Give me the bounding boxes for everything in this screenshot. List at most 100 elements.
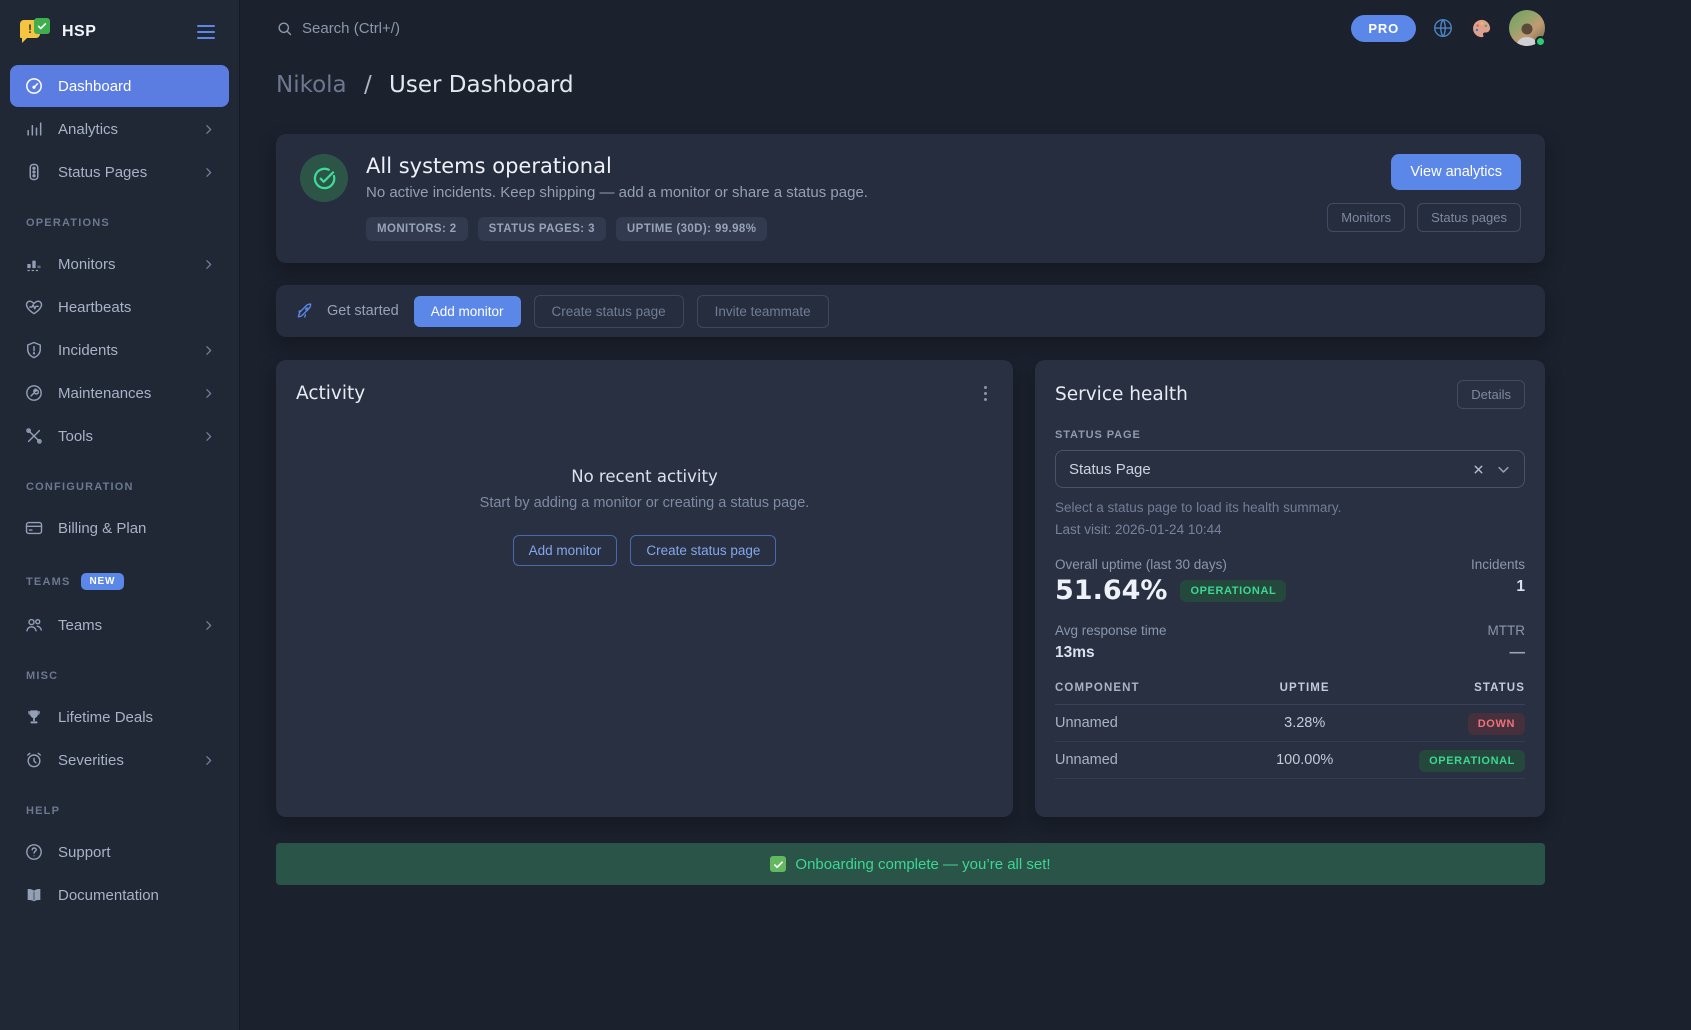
sidebar-section-teams: TEAMS NEW (26, 573, 213, 590)
palette-icon[interactable] (1470, 17, 1493, 40)
credit-card-icon (24, 518, 44, 538)
sidebar-item-label: Lifetime Deals (58, 709, 153, 726)
operational-status-badge: OPERATIONAL (1180, 580, 1286, 602)
gauge-icon (24, 76, 44, 96)
sidebar-item-billing[interactable]: Billing & Plan (10, 507, 229, 549)
chevron-right-icon (202, 123, 215, 136)
empty-create-status-page-button[interactable]: Create status page (630, 535, 776, 566)
pro-badge[interactable]: PRO (1351, 15, 1416, 42)
empty-state-title: No recent activity (296, 467, 993, 486)
sidebar-item-dashboard[interactable]: Dashboard (10, 65, 229, 107)
mttr-label: MTTR (1488, 623, 1526, 638)
incidents-stat-label: Incidents (1471, 557, 1525, 572)
chevron-right-icon (202, 166, 215, 179)
last-visit-text: Last visit: 2026-01-24 10:44 (1055, 522, 1525, 537)
sidebar-item-status-pages[interactable]: Status Pages (10, 151, 229, 193)
components-table: COMPONENT UPTIME STATUS Unnamed 3.28% DO… (1055, 682, 1525, 779)
status-subtitle: No active incidents. Keep shipping — add… (366, 184, 868, 201)
check-circle-icon (300, 154, 348, 202)
service-health-card: Service health Details STATUS PAGE Statu… (1035, 360, 1545, 817)
chevron-down-icon[interactable] (1496, 462, 1511, 477)
sidebar-item-label: Documentation (58, 887, 159, 904)
chevron-right-icon (202, 754, 215, 767)
wrench-circle-icon (24, 383, 44, 403)
rocket-icon (296, 302, 314, 320)
globe-icon[interactable] (1432, 17, 1454, 39)
traffic-light-icon (24, 162, 44, 182)
sidebar-section-configuration: CONFIGURATION (26, 481, 213, 493)
uptime-stat-label: Overall uptime (last 30 days) (1055, 557, 1286, 572)
user-avatar[interactable] (1509, 10, 1545, 46)
sidebar-item-label: Dashboard (58, 78, 131, 95)
sidebar-item-severities[interactable]: Severities (10, 739, 229, 781)
down-status-badge: DOWN (1468, 713, 1525, 735)
invite-teammate-button[interactable]: Invite teammate (697, 295, 829, 328)
sidebar-item-label: Monitors (58, 256, 116, 273)
chevron-right-icon (202, 258, 215, 271)
monitors-count-badge: MONITORS: 2 (366, 217, 468, 241)
details-button[interactable]: Details (1457, 380, 1525, 409)
main-content: PRO Nikola / User Dashboard All systems … (240, 0, 1691, 1030)
sidebar-item-documentation[interactable]: Documentation (10, 874, 229, 916)
component-name: Unnamed (1055, 752, 1231, 768)
search-input[interactable] (302, 20, 562, 37)
chevron-right-icon (202, 387, 215, 400)
status-page-select[interactable]: Status Page (1055, 450, 1525, 488)
chevron-right-icon (202, 619, 215, 632)
sidebar-item-maintenances[interactable]: Maintenances (10, 372, 229, 414)
create-status-page-button[interactable]: Create status page (534, 295, 684, 328)
chevron-right-icon (202, 344, 215, 357)
search-box[interactable] (276, 20, 562, 37)
breadcrumb-separator: / (364, 72, 372, 98)
empty-add-monitor-button[interactable]: Add monitor (513, 535, 618, 566)
sidebar-item-tools[interactable]: Tools (10, 415, 229, 457)
shield-alert-icon (24, 340, 44, 360)
sidebar-section-operations: OPERATIONS (26, 217, 213, 229)
sidebar-item-label: Status Pages (58, 164, 147, 181)
check-square-icon (770, 856, 786, 872)
users-icon (24, 615, 44, 635)
sidebar-item-incidents[interactable]: Incidents (10, 329, 229, 371)
status-page-field-label: STATUS PAGE (1055, 429, 1525, 441)
sidebar-item-analytics[interactable]: Analytics (10, 108, 229, 150)
component-uptime: 100.00% (1231, 752, 1378, 768)
status-pages-button[interactable]: Status pages (1417, 203, 1521, 232)
brand-name: HSP (62, 23, 96, 41)
page-title: User Dashboard (389, 72, 574, 98)
question-badge-icon (24, 842, 44, 862)
hamburger-icon[interactable] (193, 21, 219, 43)
sidebar-item-label: Maintenances (58, 385, 151, 402)
sidebar: ! HSP Dashboard Analytics Status Pages O… (0, 0, 240, 1030)
incidents-stat-value: 1 (1471, 578, 1525, 596)
sidebar-item-lifetime-deals[interactable]: Lifetime Deals (10, 696, 229, 738)
get-started-label: Get started (327, 303, 399, 319)
table-row: Unnamed 3.28% DOWN (1055, 705, 1525, 742)
clear-icon[interactable] (1472, 463, 1485, 476)
chevron-right-icon (202, 430, 215, 443)
onboarding-banner: Onboarding complete — you’re all set! (276, 843, 1545, 885)
uptime-stat-value: 51.64% (1055, 575, 1167, 606)
breadcrumb-parent[interactable]: Nikola (276, 72, 347, 98)
sidebar-item-label: Severities (58, 752, 124, 769)
kebab-menu-icon[interactable] (978, 382, 993, 405)
topbar: PRO (276, 0, 1545, 56)
trophy-icon (24, 707, 44, 727)
components-table-header: COMPONENT UPTIME STATUS (1055, 682, 1525, 705)
status-title: All systems operational (366, 154, 868, 178)
sidebar-item-heartbeats[interactable]: Heartbeats (10, 286, 229, 328)
sidebar-item-teams[interactable]: Teams (10, 604, 229, 646)
select-helper-text: Select a status page to load its health … (1055, 500, 1525, 515)
status-pages-count-badge: STATUS PAGES: 3 (478, 217, 606, 241)
bar-chart-icon (24, 119, 44, 139)
sidebar-item-monitors[interactable]: Monitors (10, 243, 229, 285)
response-time-label: Avg response time (1055, 623, 1167, 638)
monitors-button[interactable]: Monitors (1327, 203, 1405, 232)
sidebar-item-support[interactable]: Support (10, 831, 229, 873)
onboarding-banner-text: Onboarding complete — you’re all set! (795, 856, 1050, 873)
add-monitor-button[interactable]: Add monitor (414, 296, 521, 327)
service-health-title: Service health (1055, 384, 1188, 405)
tools-icon (24, 426, 44, 446)
view-analytics-button[interactable]: View analytics (1391, 154, 1521, 190)
breadcrumb: Nikola / User Dashboard (276, 72, 1545, 98)
hsp-logo-icon: ! (20, 18, 50, 46)
